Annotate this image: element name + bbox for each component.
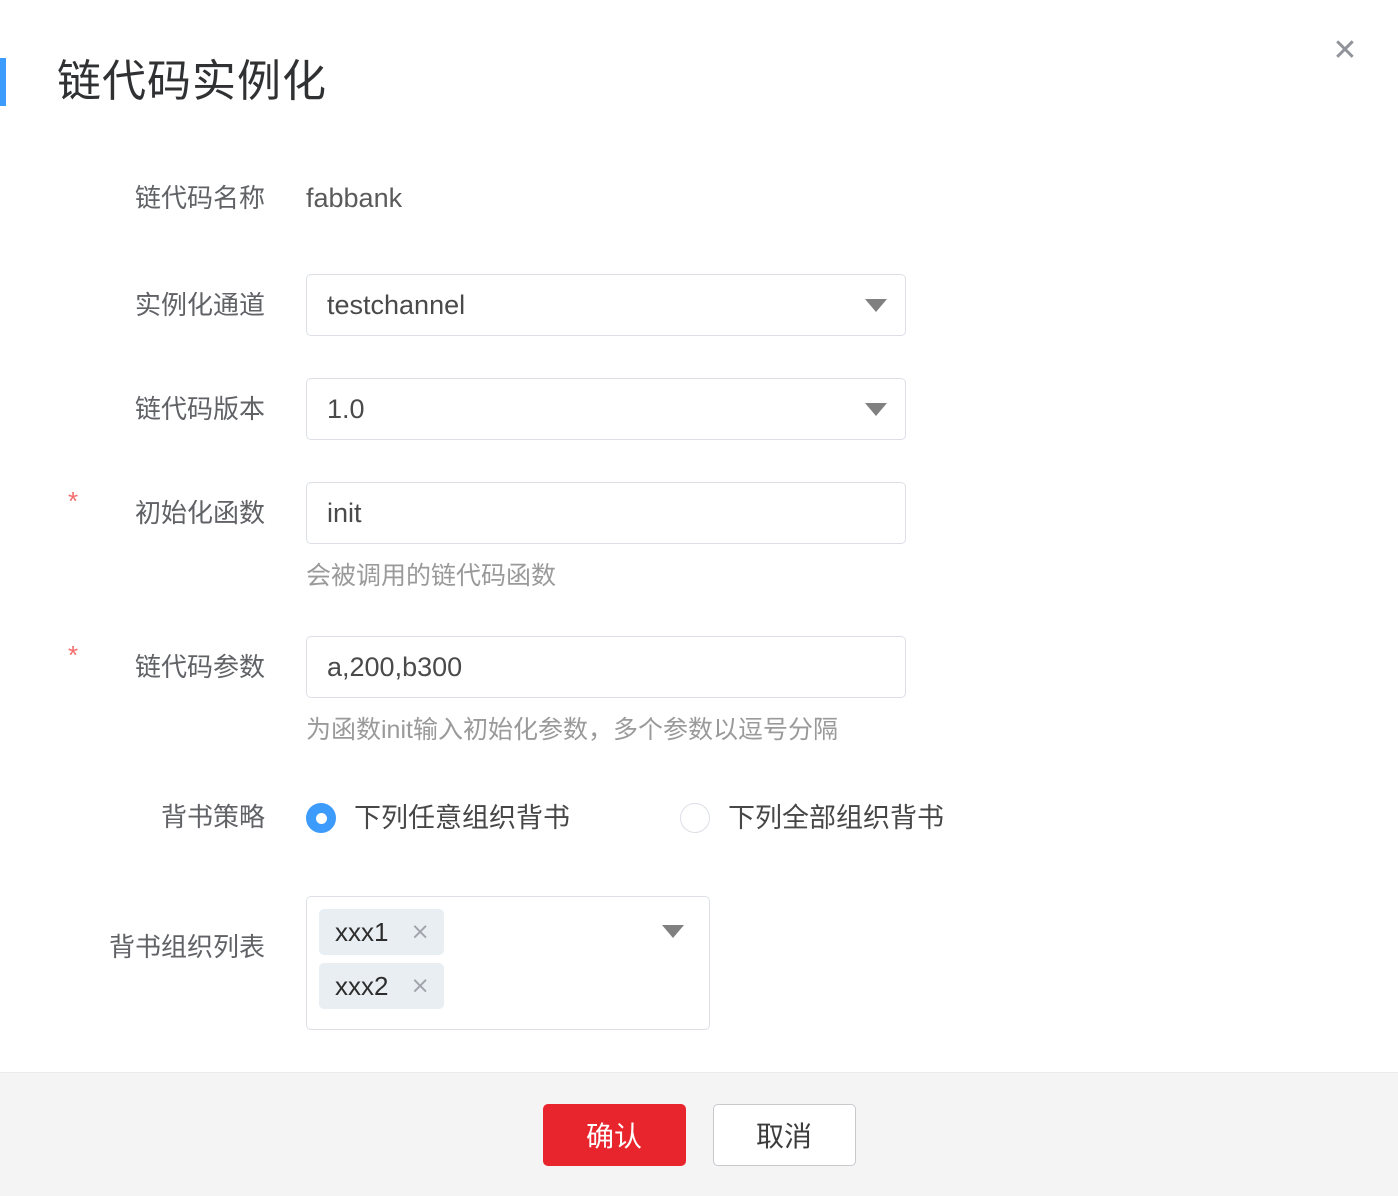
- control-instantiate-channel: testchannel: [306, 274, 1398, 336]
- cancel-button[interactable]: 取消: [712, 1103, 856, 1166]
- form-row-init-function: * 初始化函数 init 会被调用的链代码函数: [0, 482, 1398, 592]
- tag-item: xxx1 ×: [319, 909, 444, 955]
- init-function-hint: 会被调用的链代码函数: [306, 562, 557, 590]
- form-row-chaincode-name: 链代码名称 fabbank: [0, 181, 1398, 215]
- required-asterisk: *: [68, 640, 79, 670]
- control-chaincode-version: 1.0: [306, 378, 1398, 440]
- tag-item: xxx2 ×: [319, 963, 444, 1009]
- label-instantiate-channel: 实例化通道: [134, 290, 265, 320]
- chaincode-params-input[interactable]: a,200,b300: [306, 636, 906, 698]
- label-endorsement-orgs: 背书组织列表: [108, 932, 265, 962]
- label-init-function-text: 初始化函数: [134, 498, 265, 528]
- endorsement-orgs-select[interactable]: xxx1 × xxx2 ×: [306, 896, 710, 1030]
- form-row-chaincode-version: 链代码版本 1.0: [0, 378, 1398, 440]
- form-row-endorsement-policy: 背书策略 下列任意组织背书 下列全部组织背书: [0, 798, 1398, 838]
- label-chaincode-name: 链代码名称: [134, 183, 265, 213]
- chaincode-params-value: a,200,b300: [327, 651, 463, 682]
- control-chaincode-name: fabbank: [306, 181, 1398, 215]
- radio-unselected-icon: [680, 803, 710, 833]
- radio-any-org-label: 下列任意组织背书: [354, 803, 570, 833]
- version-select-value: 1.0: [327, 393, 365, 424]
- control-chaincode-params: a,200,b300 为函数init输入初始化参数，多个参数以逗号分隔: [306, 636, 1398, 746]
- init-function-input[interactable]: init: [306, 482, 906, 544]
- chaincode-params-hint: 为函数init输入初始化参数，多个参数以逗号分隔: [306, 716, 838, 744]
- tag-label: xxx2: [335, 971, 389, 1001]
- label-endorsement-policy: 背书策略: [160, 802, 265, 832]
- dialog-header: 链代码实例化 ✕: [0, 0, 1398, 148]
- form-row-chaincode-params: * 链代码参数 a,200,b300 为函数init输入初始化参数，多个参数以逗…: [0, 636, 1398, 746]
- title-accent-bar: [0, 58, 6, 106]
- label-chaincode-params-text: 链代码参数: [134, 652, 265, 682]
- required-asterisk: *: [68, 486, 79, 516]
- dialog-body: 链代码名称 fabbank 实例化通道 testchannel 链代码版本 1.…: [0, 148, 1398, 1196]
- init-function-value: init: [327, 497, 362, 528]
- radio-all-orgs-label: 下列全部组织背书: [728, 803, 944, 833]
- form-row-instantiate-channel: 实例化通道 testchannel: [0, 274, 1398, 336]
- channel-select-value: testchannel: [327, 289, 466, 320]
- chaincode-instantiate-dialog: 链代码实例化 ✕ 链代码名称 fabbank 实例化通道 testchannel…: [0, 0, 1398, 1196]
- form-row-endorsement-orgs: 背书组织列表 xxx1 × xxx2 ×: [0, 896, 1398, 1030]
- dialog-title: 链代码实例化: [57, 57, 327, 106]
- tag-label: xxx1: [335, 917, 389, 947]
- version-select[interactable]: 1.0: [306, 378, 906, 440]
- chevron-down-icon: [865, 402, 887, 416]
- radio-all-orgs[interactable]: 下列全部组织背书: [680, 801, 944, 835]
- chevron-down-icon: [865, 298, 887, 312]
- dialog-footer: 确认 取消: [0, 1072, 1398, 1196]
- label-init-function: * 初始化函数: [0, 482, 265, 530]
- radio-selected-icon: [306, 803, 336, 833]
- label-chaincode-version: 链代码版本: [134, 394, 265, 424]
- radio-any-org[interactable]: 下列任意组织背书: [306, 801, 570, 835]
- control-endorsement-orgs: xxx1 × xxx2 ×: [306, 896, 1398, 1030]
- tag-remove-icon[interactable]: ×: [410, 920, 429, 944]
- close-icon[interactable]: ✕: [1327, 33, 1363, 69]
- control-endorsement-policy: 下列任意组织背书 下列全部组织背书: [306, 798, 1398, 838]
- value-chaincode-name: fabbank: [306, 183, 403, 213]
- confirm-button[interactable]: 确认: [542, 1103, 686, 1166]
- endorsement-policy-radio-group: 下列任意组织背书 下列全部组织背书: [306, 798, 1398, 838]
- control-init-function: init 会被调用的链代码函数: [306, 482, 1398, 592]
- tag-remove-icon[interactable]: ×: [410, 974, 429, 998]
- chevron-down-icon: [662, 925, 684, 938]
- channel-select[interactable]: testchannel: [306, 274, 906, 336]
- label-chaincode-params: * 链代码参数: [0, 636, 265, 684]
